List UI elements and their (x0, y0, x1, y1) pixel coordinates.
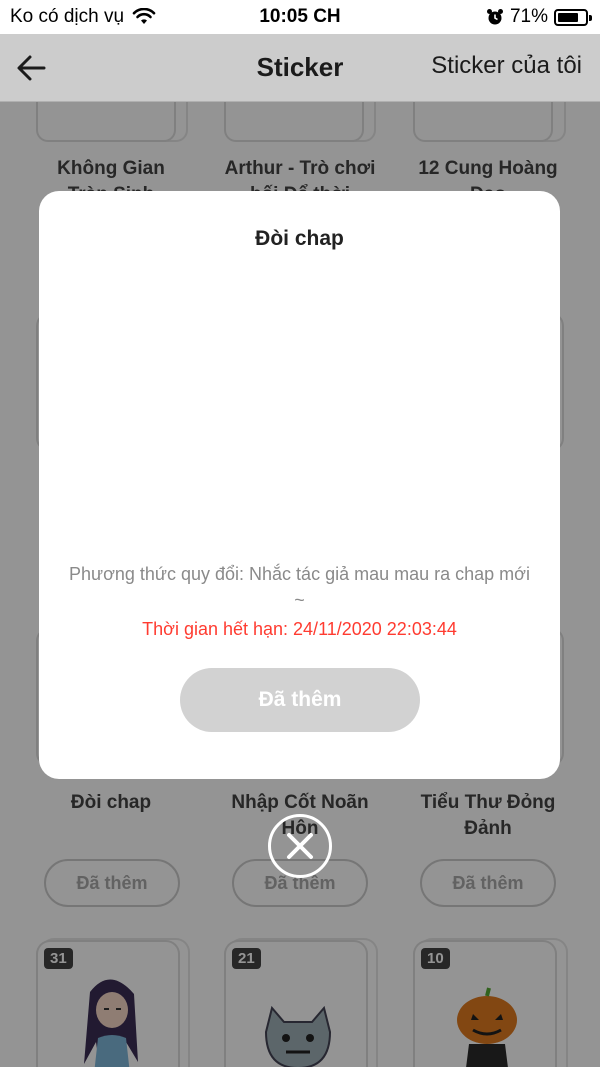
added-button[interactable]: Đã thêm (180, 668, 420, 732)
status-bar: Ko có dịch vụ 10:05 CH 71% (0, 0, 600, 34)
battery-icon (554, 8, 592, 26)
modal-title: Đòi chap (255, 227, 344, 250)
battery-percent: 71% (509, 6, 548, 27)
expiry-text: Thời gian hết hạn: 24/11/2020 22:03:44 (142, 619, 457, 639)
redeem-method-text: Phương thức quy đổi: Nhắc tác giả mau ma… (69, 564, 530, 610)
close-icon (287, 833, 313, 859)
alarm-icon (486, 9, 503, 25)
close-button[interactable] (268, 814, 332, 878)
sticker-detail-modal: Đòi chap Phương thức quy đổi: Nhắc tác g… (39, 191, 560, 779)
status-right: 71% (486, 6, 592, 28)
dim-overlay-top (0, 34, 600, 102)
